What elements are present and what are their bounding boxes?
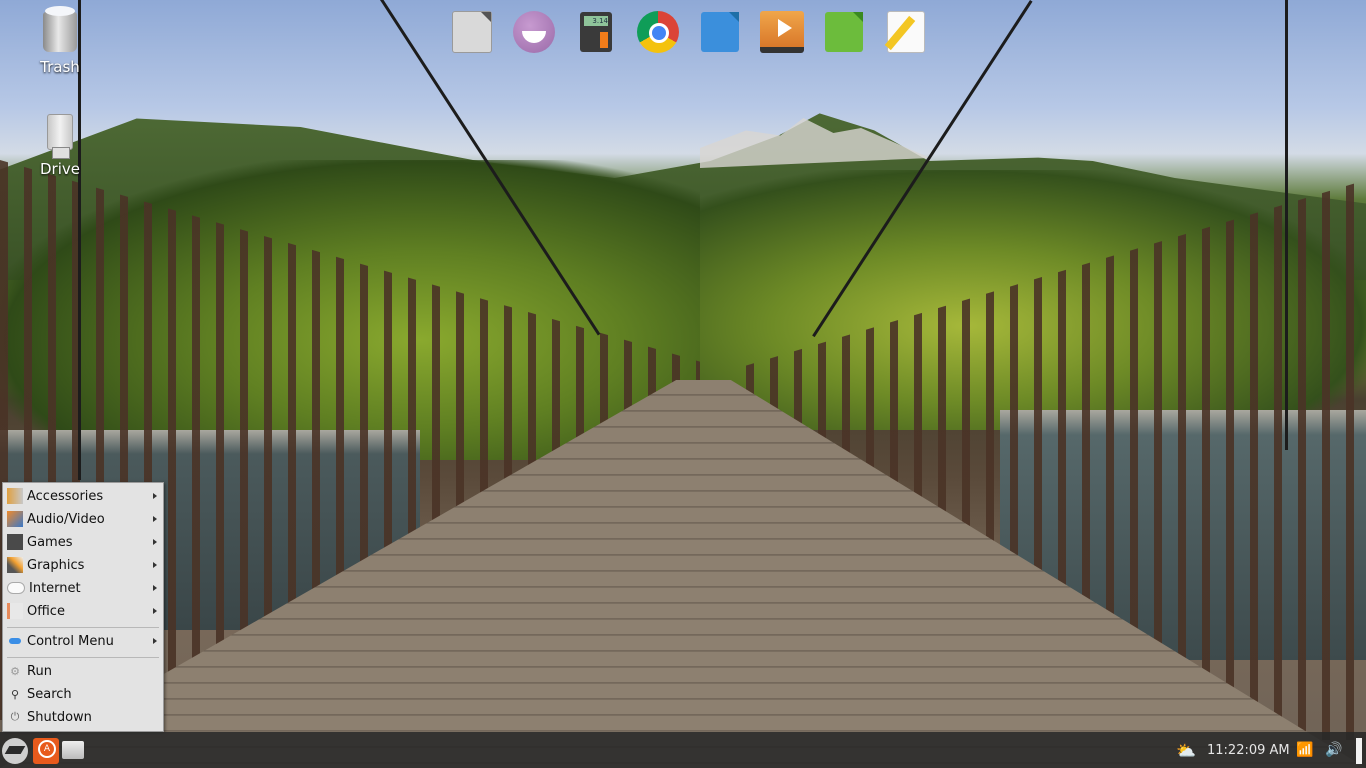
clock[interactable]: 11:22:09 AM [1207,732,1290,768]
spreadsheet-icon [825,12,863,52]
catfish-search-icon[interactable] [33,738,59,764]
menu-item-run[interactable]: ⚙ Run [3,660,163,682]
dock-item-pidgin[interactable] [512,10,556,54]
menu-separator [7,657,159,658]
wallpaper-river-right [1000,410,1366,660]
home-folder-icon[interactable] [62,741,84,759]
menu-item-label: Internet [29,580,81,596]
menu-item-label: Accessories [27,488,104,504]
start-menu: Accessories Audio/Video Games Graphics I… [2,482,164,732]
menu-item-label: Audio/Video [27,511,105,527]
menu-item-graphics[interactable]: Graphics [3,554,163,576]
menu-item-label: Search [27,686,72,702]
desktop-icon-drive[interactable]: Drive [20,110,100,178]
chevron-right-icon [153,493,157,499]
games-icon [7,534,23,550]
internet-cloud-icon [7,582,25,594]
show-desktop-button[interactable] [1356,738,1362,764]
dock-item-calc[interactable] [822,10,866,54]
menu-item-shutdown[interactable]: ⏻ Shutdown [3,706,163,728]
calculator-icon: 3.14 [580,12,612,52]
writer-icon [701,12,739,52]
text-editor-icon [887,11,925,53]
menu-item-label: Run [27,663,52,679]
dock-item-media-player[interactable] [760,10,804,54]
chromium-icon [637,11,679,53]
menu-item-label: Control Menu [27,633,114,649]
volume-icon[interactable]: 🔊 [1325,732,1342,768]
app-dock: 3.14 [450,10,928,54]
taskbar-panel: ⛅ 11:22:09 AM 📶 🔊 [0,732,1366,768]
chevron-right-icon [153,638,157,644]
menu-item-label: Games [27,534,73,550]
trash-icon [40,6,80,56]
desktop-icon-label: Drive [40,160,80,178]
desktop-icon-trash[interactable]: Trash [20,6,100,76]
dock-item-chromium[interactable] [636,10,680,54]
menu-separator [7,627,159,628]
menu-item-search[interactable]: ⚲ Search [3,683,163,705]
chevron-right-icon [153,516,157,522]
lxle-logo-icon[interactable] [2,738,28,764]
wallpaper-mountain [0,113,1366,280]
menu-item-internet[interactable]: Internet [3,577,163,599]
dock-item-text-editor[interactable] [884,10,928,54]
wallpaper-cable [1285,0,1288,450]
menu-item-label: Graphics [27,557,85,573]
menu-item-games[interactable]: Games [3,531,163,553]
chevron-right-icon [153,539,157,545]
office-icon [7,603,23,619]
wallpaper-railing-right [730,180,1366,740]
wallpaper-forest-left [0,160,700,460]
usb-drive-icon [40,114,80,159]
menu-item-control-menu[interactable]: Control Menu [3,630,163,652]
chevron-right-icon [153,608,157,614]
weather-applet[interactable]: ⛅ [1176,732,1202,768]
dock-item-libreoffice[interactable] [450,10,494,54]
wallpaper-snow-peaks [700,118,930,168]
desktop-icon-label: Trash [40,58,80,76]
accessories-icon [7,488,23,504]
libreoffice-icon [452,11,492,53]
media-player-icon [760,11,804,53]
wallpaper-bridge-deck [0,380,1366,768]
menu-item-label: Shutdown [27,709,92,725]
dock-item-calculator[interactable]: 3.14 [574,10,618,54]
audio-video-icon [7,511,23,527]
wifi-icon[interactable]: 📶 [1296,732,1313,768]
chevron-right-icon [153,562,157,568]
chevron-right-icon [153,585,157,591]
search-icon: ⚲ [10,687,20,701]
menu-item-label: Office [27,603,65,619]
pidgin-smiley-icon [513,11,555,53]
wallpaper-forest-right [700,170,1366,430]
partly-cloudy-icon: ⛅ [1176,740,1196,760]
graphics-icon [7,557,23,573]
run-gears-icon: ⚙ [10,664,20,678]
power-icon: ⏻ [10,710,20,723]
menu-item-audio-video[interactable]: Audio/Video [3,508,163,530]
dock-item-writer[interactable] [698,10,742,54]
menu-item-accessories[interactable]: Accessories [3,485,163,507]
control-toggle-icon [7,633,23,649]
menu-item-office[interactable]: Office [3,600,163,622]
